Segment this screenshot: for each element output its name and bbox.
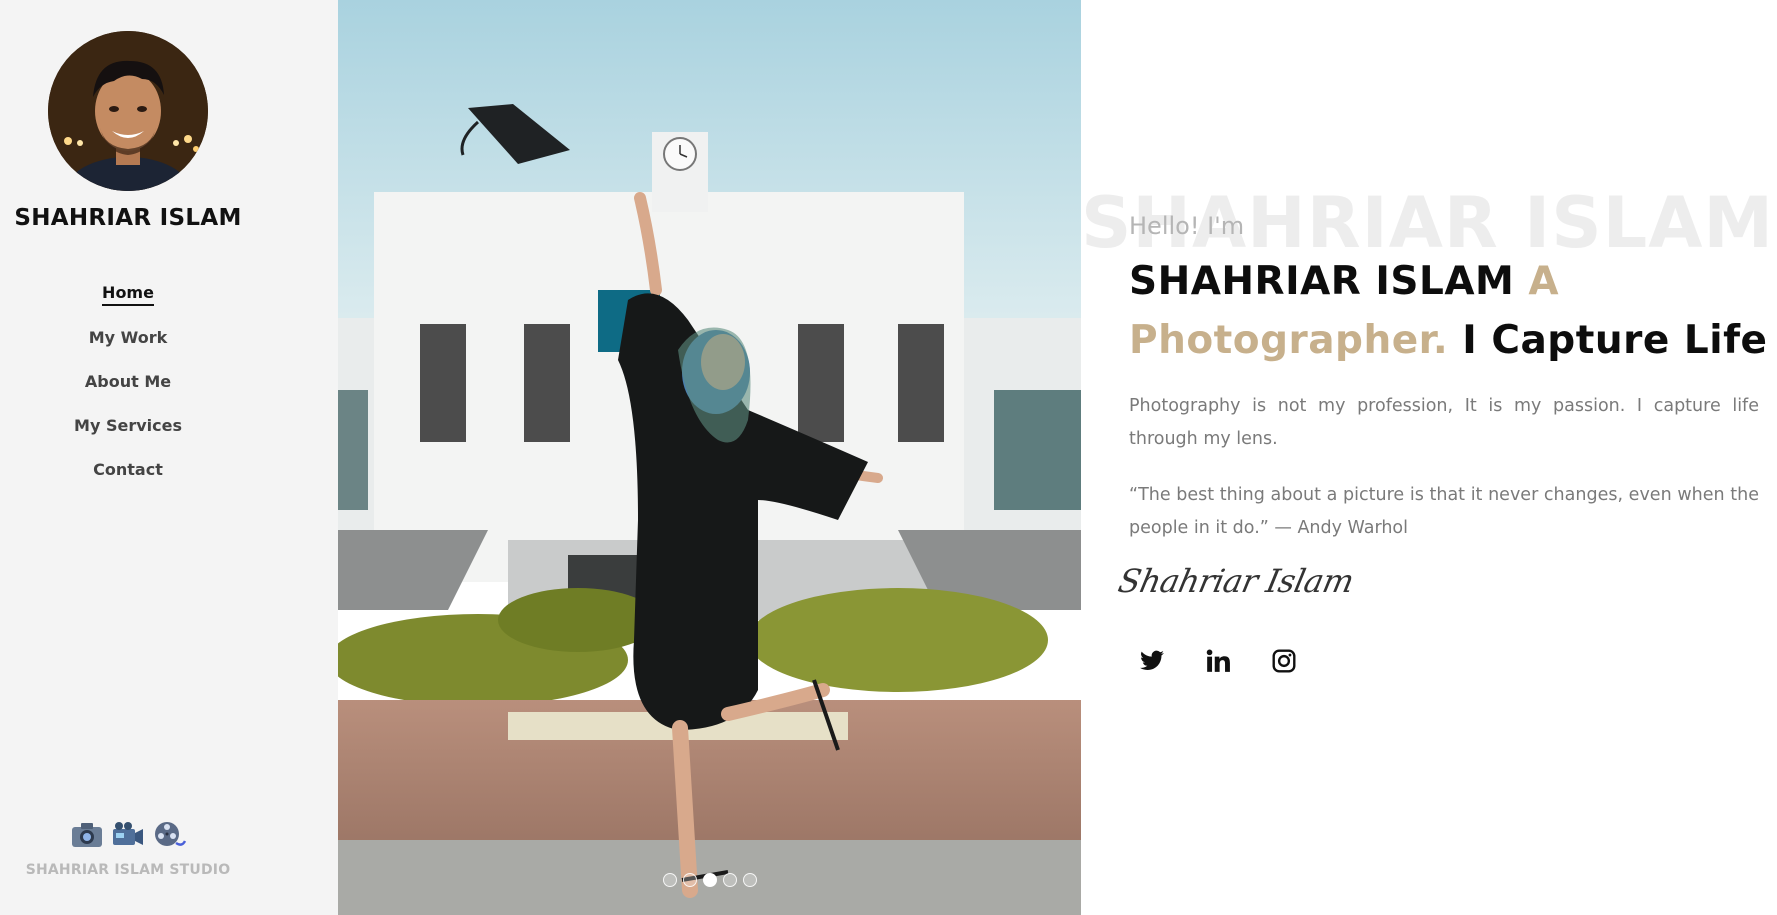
quote-paragraph: “The best thing about a picture is that … (1129, 485, 1759, 538)
nav-link-contact[interactable]: Contact (93, 460, 163, 481)
hero-headline: SHAHRIAR ISLAM A Photographer. I Capture… (1129, 252, 1769, 370)
camera-icon (70, 819, 104, 851)
sidebar: SHAHRIAR ISLAM Home My Work About Me My … (0, 0, 338, 915)
film-reel-icon (152, 819, 187, 851)
nav-item-home: Home (0, 272, 256, 316)
nav-item-my-services: My Services (0, 404, 256, 448)
slider-dot-3[interactable] (703, 873, 717, 887)
hero-image (338, 0, 1081, 915)
hero-content: SHAHRIAR ISLAM Hello! I'm SHAHRIAR ISLAM… (1081, 0, 1777, 915)
brand-name: SHAHRIAR ISLAM (14, 205, 242, 231)
nav-item-about-me: About Me (0, 360, 256, 404)
studio-name: SHAHRIAR ISLAM STUDIO (25, 862, 231, 878)
nav-link-about-me[interactable]: About Me (85, 372, 171, 393)
hero-name: SHAHRIAR ISLAM (1129, 259, 1515, 304)
nav-link-my-work[interactable]: My Work (89, 328, 168, 349)
instagram-icon[interactable] (1271, 648, 1297, 674)
video-camera-icon (111, 819, 145, 851)
intro-paragraph: Photography is not my profession, It is … (1129, 396, 1759, 449)
main-nav: Home My Work About Me My Services Contac… (0, 272, 256, 492)
linkedin-icon[interactable] (1205, 648, 1231, 674)
slider-dot-5[interactable] (743, 873, 757, 887)
social-links (1139, 648, 1297, 674)
nav-link-home[interactable]: Home (102, 283, 154, 306)
signature: Shahriar Islam (1114, 562, 1358, 600)
slider-dot-2[interactable] (683, 873, 697, 887)
nav-item-my-work: My Work (0, 316, 256, 360)
avatar (48, 31, 208, 191)
nav-item-contact: Contact (0, 448, 256, 492)
nav-link-my-services[interactable]: My Services (74, 416, 182, 437)
hero-tagline: I Capture Life (1462, 318, 1768, 363)
greeting: Hello! I'm (1129, 212, 1245, 240)
hero-slider[interactable] (338, 0, 1081, 915)
slider-pagination (663, 873, 757, 887)
studio-logo (70, 818, 187, 852)
twitter-icon[interactable] (1139, 648, 1165, 674)
slider-dot-1[interactable] (663, 873, 677, 887)
slider-dot-4[interactable] (723, 873, 737, 887)
